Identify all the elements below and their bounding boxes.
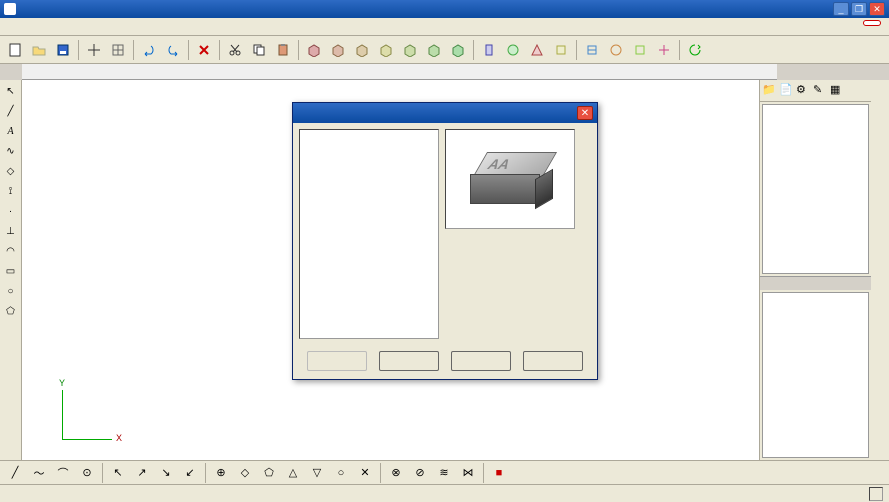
maximize-button[interactable]: ❐ xyxy=(851,2,867,16)
snap-icon[interactable]: 〜 xyxy=(28,462,50,484)
snap-icon[interactable]: ≋ xyxy=(433,462,455,484)
paste-icon[interactable] xyxy=(272,39,294,61)
sim1-icon[interactable] xyxy=(581,39,603,61)
dialog-close-button[interactable]: ✕ xyxy=(577,106,593,120)
project-panel: 📁 📄 ⚙ ✎ ▦ xyxy=(759,80,871,460)
box3-icon[interactable] xyxy=(351,39,373,61)
cancel-button[interactable] xyxy=(451,351,511,371)
snap-icon[interactable]: ⊕ xyxy=(210,462,232,484)
snap-icon[interactable]: ○ xyxy=(330,462,352,484)
snap-icon[interactable]: ⬠ xyxy=(258,462,280,484)
snap-icon[interactable]: ◇ xyxy=(234,462,256,484)
box5-icon[interactable] xyxy=(399,39,421,61)
poly-icon[interactable]: ⬠ xyxy=(2,302,20,320)
status-bar xyxy=(0,484,889,502)
menu-item[interactable] xyxy=(60,25,72,29)
main-toolbar xyxy=(0,36,889,64)
arc-icon[interactable]: ◠ xyxy=(2,242,20,260)
copy-icon[interactable] xyxy=(248,39,270,61)
snap-icon[interactable]: ↘ xyxy=(155,462,177,484)
method-tree[interactable] xyxy=(299,129,439,339)
left-toolbar: ↖ ╱ A ∿ ◇ ⟟ · ⊥ ◠ ▭ ○ ⬠ xyxy=(0,80,22,460)
snap-icon[interactable]: ↗ xyxy=(131,462,153,484)
menu-item[interactable] xyxy=(102,25,114,29)
shape-icon[interactable]: ◇ xyxy=(2,162,20,180)
box1-icon[interactable] xyxy=(303,39,325,61)
menu-item[interactable] xyxy=(116,25,128,29)
sim2-icon[interactable] xyxy=(605,39,627,61)
text-icon[interactable]: A xyxy=(2,122,20,140)
delete-icon[interactable] xyxy=(193,39,215,61)
watermark-label xyxy=(863,20,881,26)
snap-icon[interactable]: ⊗ xyxy=(385,462,407,484)
status-unit xyxy=(869,487,883,501)
pointer-icon[interactable]: ↖ xyxy=(2,82,20,100)
window-titlebar: _ ❐ ✕ xyxy=(0,0,889,18)
snap-icon[interactable]: ⌒ xyxy=(52,462,74,484)
box2-icon[interactable] xyxy=(327,39,349,61)
refresh-icon[interactable] xyxy=(684,39,706,61)
project-tree[interactable] xyxy=(762,104,869,274)
minimize-button[interactable]: _ xyxy=(833,2,849,16)
panel-tool-icon[interactable]: ✎ xyxy=(813,83,829,99)
snap-icon[interactable]: ↙ xyxy=(179,462,201,484)
grid-icon[interactable] xyxy=(107,39,129,61)
snap-icon[interactable]: ⋈ xyxy=(457,462,479,484)
dialog-titlebar[interactable]: ✕ xyxy=(293,103,597,123)
help-button[interactable] xyxy=(523,351,583,371)
snap-icon[interactable]: ╱ xyxy=(4,462,26,484)
snap-icon[interactable]: ✕ xyxy=(354,462,376,484)
tool4-icon[interactable] xyxy=(550,39,572,61)
snap-icon[interactable]: ▽ xyxy=(306,462,328,484)
box4-icon[interactable] xyxy=(375,39,397,61)
snap-icon[interactable]: ↖ xyxy=(107,462,129,484)
sim3-icon[interactable] xyxy=(629,39,651,61)
rect-icon[interactable]: ▭ xyxy=(2,262,20,280)
box6-icon[interactable] xyxy=(423,39,445,61)
box7-icon[interactable] xyxy=(447,39,469,61)
sim4-icon[interactable] xyxy=(653,39,675,61)
undo-icon[interactable] xyxy=(138,39,160,61)
app-icon xyxy=(4,3,16,15)
process-range-dialog: ✕ AA xyxy=(292,102,598,380)
panel-tool-icon[interactable]: 📄 xyxy=(779,83,795,99)
snap-icon[interactable]: ⊙ xyxy=(76,462,98,484)
tool2-icon[interactable] xyxy=(502,39,524,61)
circle-icon[interactable]: ○ xyxy=(2,282,20,300)
panel-tool-icon[interactable]: 📁 xyxy=(762,83,778,99)
crosshair-icon[interactable] xyxy=(83,39,105,61)
axis-indicator xyxy=(62,390,112,440)
bottom-toolbar: ╱ 〜 ⌒ ⊙ ↖ ↗ ↘ ↙ ⊕ ◇ ⬠ △ ▽ ○ ✕ ⊗ ⊘ ≋ ⋈ ■ xyxy=(0,460,889,484)
redo-icon[interactable] xyxy=(162,39,184,61)
point-icon[interactable]: · xyxy=(2,202,20,220)
menu-item[interactable] xyxy=(74,25,86,29)
line-icon[interactable]: ╱ xyxy=(2,102,20,120)
menu-item[interactable] xyxy=(4,25,16,29)
snap-icon[interactable]: △ xyxy=(282,462,304,484)
horizontal-ruler xyxy=(22,64,777,80)
new-icon[interactable] xyxy=(4,39,26,61)
cut-icon[interactable] xyxy=(224,39,246,61)
open-icon[interactable] xyxy=(28,39,50,61)
snap-icon[interactable]: ⊘ xyxy=(409,462,431,484)
menu-bar xyxy=(0,18,889,36)
menu-item[interactable] xyxy=(32,25,44,29)
measure-icon[interactable]: ⟟ xyxy=(2,182,20,200)
close-button[interactable]: ✕ xyxy=(869,2,885,16)
panel-tool-icon[interactable]: ▦ xyxy=(830,83,846,99)
stop-icon[interactable]: ■ xyxy=(488,462,510,484)
curve-icon[interactable]: ∿ xyxy=(2,142,20,160)
save-icon[interactable] xyxy=(52,39,74,61)
menu-item[interactable] xyxy=(88,25,100,29)
tool1-icon[interactable] xyxy=(478,39,500,61)
color-palette xyxy=(871,80,889,460)
menu-item[interactable] xyxy=(46,25,58,29)
next-button[interactable] xyxy=(379,351,439,371)
prev-button xyxy=(307,351,367,371)
menu-item[interactable] xyxy=(18,25,30,29)
preview-pane: AA xyxy=(445,129,575,229)
panel-tool-icon[interactable]: ⚙ xyxy=(796,83,812,99)
tool3-icon[interactable] xyxy=(526,39,548,61)
dim-icon[interactable]: ⊥ xyxy=(2,222,20,240)
